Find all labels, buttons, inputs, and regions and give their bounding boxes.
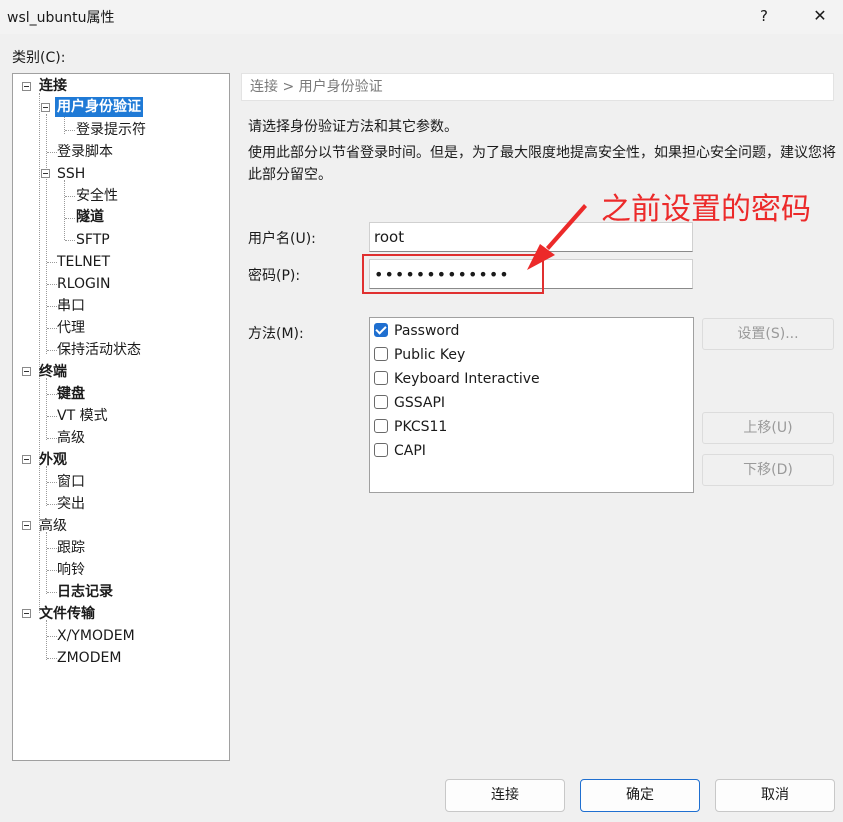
- method-label: Keyboard Interactive: [394, 371, 540, 387]
- window-title: wsl_ubuntu属性: [7, 10, 115, 26]
- collapse-icon[interactable]: [41, 169, 50, 178]
- cancel-button[interactable]: 取消: [715, 779, 835, 812]
- method-label: Password: [394, 323, 460, 339]
- username-label: 用户名(U):: [248, 231, 316, 247]
- tree-item-zmodem[interactable]: ZMODEM: [57, 648, 121, 668]
- tree-item-security[interactable]: 安全性: [76, 186, 118, 206]
- tree-item-serial[interactable]: 串口: [57, 296, 85, 316]
- collapse-icon[interactable]: [22, 82, 31, 91]
- tree-item-advanced[interactable]: 高级: [39, 516, 67, 536]
- category-label: 类别(C):: [12, 50, 66, 66]
- collapse-icon[interactable]: [22, 609, 31, 618]
- tree-item-window[interactable]: 窗口: [57, 472, 85, 492]
- move-up-button[interactable]: 上移(U): [702, 412, 834, 444]
- collapse-icon[interactable]: [22, 367, 31, 376]
- tree-item-keepalive[interactable]: 保持活动状态: [57, 340, 141, 360]
- method-item-pkcs11[interactable]: PKCS11: [374, 416, 447, 438]
- category-tree[interactable]: 连接 用户身份验证 登录提示符 登录脚本 SSH 安全性 隧道 SFTP TEL…: [12, 73, 230, 761]
- tree-item-rlogin[interactable]: RLOGIN: [57, 274, 111, 294]
- tree-item-logging[interactable]: 日志记录: [57, 582, 113, 602]
- method-item-capi[interactable]: CAPI: [374, 440, 426, 462]
- checkbox-icon[interactable]: [374, 371, 388, 385]
- tree-item-login-prompt[interactable]: 登录提示符: [76, 120, 146, 140]
- tree-item-sftp[interactable]: SFTP: [76, 230, 110, 250]
- close-button[interactable]: ✕: [806, 4, 834, 28]
- tree-item-highlight[interactable]: 突出: [57, 494, 85, 514]
- help-button[interactable]: ?: [752, 4, 776, 28]
- method-label: CAPI: [394, 443, 426, 459]
- tree-item-terminal[interactable]: 终端: [39, 362, 67, 382]
- method-item-gssapi[interactable]: GSSAPI: [374, 392, 445, 414]
- method-label: Public Key: [394, 347, 466, 363]
- description-line-1: 请选择身份验证方法和其它参数。: [248, 119, 458, 135]
- tree-item-tunnel[interactable]: 隧道: [76, 207, 104, 227]
- tree-item-user-auth[interactable]: 用户身份验证: [55, 97, 143, 117]
- tree-item-xymodem[interactable]: X/YMODEM: [57, 626, 135, 646]
- checkbox-icon[interactable]: [374, 419, 388, 433]
- checkbox-icon[interactable]: [374, 443, 388, 457]
- method-label: 方法(M):: [248, 326, 304, 342]
- tree-item-file-transfer[interactable]: 文件传输: [39, 604, 95, 624]
- connect-button[interactable]: 连接: [445, 779, 565, 812]
- tree-item-proxy[interactable]: 代理: [57, 318, 85, 338]
- settings-button[interactable]: 设置(S)...: [702, 318, 834, 350]
- checkbox-icon[interactable]: [374, 395, 388, 409]
- method-item-public-key[interactable]: Public Key: [374, 344, 465, 366]
- tree-item-ssh[interactable]: SSH: [57, 164, 85, 184]
- method-label: GSSAPI: [394, 395, 446, 411]
- password-label: 密码(P):: [248, 268, 301, 284]
- method-label: PKCS11: [394, 419, 448, 435]
- method-item-keyboard-interactive[interactable]: Keyboard Interactive: [374, 368, 540, 390]
- tree-item-vt-mode[interactable]: VT 模式: [57, 406, 108, 426]
- ok-button[interactable]: 确定: [580, 779, 700, 812]
- tree-item-telnet[interactable]: TELNET: [57, 252, 110, 272]
- collapse-icon[interactable]: [22, 455, 31, 464]
- tree-item-terminal-advanced[interactable]: 高级: [57, 428, 85, 448]
- breadcrumb: 连接 > 用户身份验证: [241, 73, 834, 101]
- method-item-password[interactable]: Password: [374, 320, 459, 342]
- checkbox-checked-icon[interactable]: [374, 323, 388, 337]
- move-down-button[interactable]: 下移(D): [702, 454, 834, 486]
- tree-item-trace[interactable]: 跟踪: [57, 538, 85, 558]
- tree-item-login-script[interactable]: 登录脚本: [57, 142, 113, 162]
- checkbox-icon[interactable]: [374, 347, 388, 361]
- tree-item-keyboard[interactable]: 键盘: [57, 384, 85, 404]
- method-list[interactable]: Password Public Key Keyboard Interactive…: [369, 317, 694, 493]
- tree-item-bell[interactable]: 响铃: [57, 560, 85, 580]
- tree-item-connection[interactable]: 连接: [39, 76, 67, 96]
- tree-item-appearance[interactable]: 外观: [39, 450, 67, 470]
- description-line-2: 使用此部分以节省登录时间。但是，为了最大限度地提高安全性，如果担心安全问题，建议…: [248, 145, 836, 183]
- collapse-icon[interactable]: [22, 521, 31, 530]
- title-bar: wsl_ubuntu属性 ? ✕: [0, 0, 843, 34]
- annotation-text: 之前设置的密码: [601, 192, 811, 227]
- annotation-highlight-box: [362, 254, 544, 294]
- collapse-icon[interactable]: [41, 103, 50, 112]
